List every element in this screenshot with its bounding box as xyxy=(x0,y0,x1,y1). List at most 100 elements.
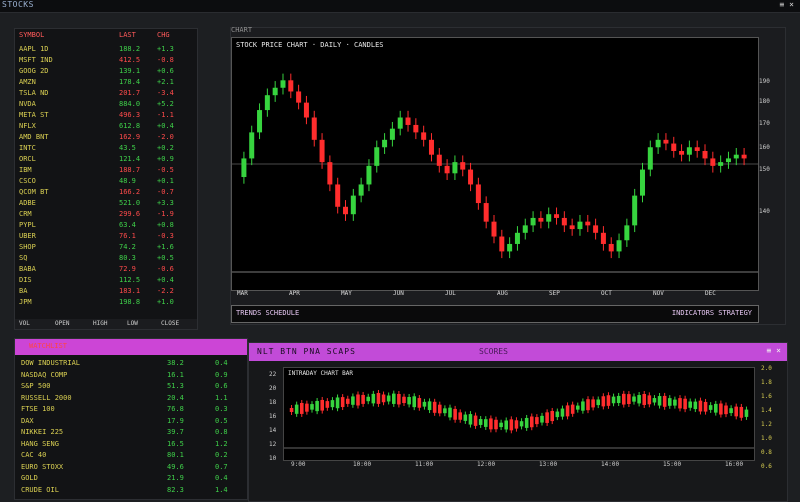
candle-body xyxy=(585,221,591,226)
window-title: STOCKS xyxy=(2,0,34,9)
mini-candle-body xyxy=(632,396,636,402)
mini-y-right-label: 0.8 xyxy=(761,449,772,456)
candle-body xyxy=(624,225,630,241)
list-item[interactable]: EURO STOXX 49.6 0.7 xyxy=(15,463,247,474)
table-row[interactable]: BA 183.1 -2.2 xyxy=(15,287,197,298)
table-row[interactable]: QCOM BT 166.2 -0.7 xyxy=(15,188,197,199)
table-row[interactable]: CSCO 48.9 +0.1 xyxy=(15,177,197,188)
x-tick-label: MAR xyxy=(237,290,248,297)
header-symbol[interactable]: SYMBOL xyxy=(19,31,44,39)
mini-y-right-label: 1.0 xyxy=(761,435,772,442)
table-row[interactable]: UBER 76.1 -0.3 xyxy=(15,232,197,243)
table-row[interactable]: AAPL 1D 188.2 +1.3 xyxy=(15,45,197,56)
mini-candle-body xyxy=(647,395,652,405)
table-row[interactable]: TSLA ND 201.7 -3.4 xyxy=(15,89,197,100)
bottom-chart-controls[interactable]: ≡ × xyxy=(767,346,781,355)
row-last: 884.0 xyxy=(119,100,141,108)
table-row[interactable]: INTC 43.5 +0.2 xyxy=(15,144,197,155)
table-row[interactable]: AMD BNT 162.9 -2.0 xyxy=(15,133,197,144)
table-row[interactable]: MSFT IND 412.5 -0.8 xyxy=(15,56,197,67)
mini-x-tick-label: 13:00 xyxy=(539,461,558,468)
row-last: 80.3 xyxy=(119,254,136,262)
mini-candle-body xyxy=(560,408,565,417)
list-item[interactable]: NASDAQ COMP 16.1 0.9 xyxy=(15,371,247,382)
mini-candle-body xyxy=(565,405,570,417)
list-item-name: S&P 500 xyxy=(21,382,51,390)
table-row[interactable]: GOOG 2D 139.1 +0.6 xyxy=(15,67,197,78)
list-item[interactable]: CAC 40 80.1 0.2 xyxy=(15,451,247,462)
table-row[interactable]: IBM 188.7 -0.5 xyxy=(15,166,197,177)
mini-candle-body xyxy=(642,393,647,405)
list-item[interactable]: CRUDE OIL 82.3 1.4 xyxy=(15,486,247,497)
table-row[interactable]: NFLX 612.8 +0.4 xyxy=(15,122,197,133)
row-last: 188.2 xyxy=(119,45,141,53)
table-row[interactable]: JPM 198.8 +1.0 xyxy=(15,298,197,309)
list-item-value: 16.1 xyxy=(167,370,184,379)
row-symbol: NFLX xyxy=(19,122,36,130)
row-last: 412.5 xyxy=(119,56,141,64)
bottom-chart-title: INTRADAY CHART BAR xyxy=(288,370,354,377)
mini-candle-body xyxy=(432,401,437,413)
row-change: -0.5 xyxy=(157,166,174,174)
list-item[interactable]: FTSE 100 76.8 0.3 xyxy=(15,405,247,416)
list-item[interactable]: DOW INDUSTRIAL 38.2 0.4 xyxy=(15,359,247,370)
row-change: -3.4 xyxy=(157,89,174,97)
list-item[interactable]: RUSSELL 2000 20.4 1.1 xyxy=(15,394,247,405)
candle-body xyxy=(538,217,544,222)
bottom-chart-subtitle: SCORES xyxy=(479,347,508,356)
list-item[interactable]: HANG SENG 16.5 1.2 xyxy=(15,440,247,451)
row-change: -0.6 xyxy=(157,265,174,273)
table-row[interactable]: BABA 72.9 -0.6 xyxy=(15,265,197,276)
table-row[interactable]: META ST 496.3 -1.1 xyxy=(15,111,197,122)
candle-body xyxy=(288,80,294,92)
candle-body xyxy=(663,139,669,144)
table-row[interactable]: AMZN 178.4 +2.1 xyxy=(15,78,197,89)
candle-body xyxy=(507,243,513,252)
x-tick-label: APR xyxy=(289,290,300,297)
table-row[interactable]: SHOP 74.2 +1.6 xyxy=(15,243,197,254)
header-last[interactable]: LAST xyxy=(119,31,136,39)
table-row[interactable]: ORCL 121.4 +0.9 xyxy=(15,155,197,166)
mini-candle-body xyxy=(397,393,401,405)
mini-x-tick-label: 16:00 xyxy=(725,461,744,468)
mini-candle-body xyxy=(688,401,693,408)
table-row[interactable]: CRM 299.6 -1.9 xyxy=(15,210,197,221)
header-change[interactable]: CHG xyxy=(157,31,170,39)
list-item[interactable]: GOLD 21.9 0.4 xyxy=(15,474,247,485)
table-row[interactable]: ADBE 521.0 +3.3 xyxy=(15,199,197,210)
row-change: -1.9 xyxy=(157,210,174,218)
mini-candle-body xyxy=(673,399,677,406)
list-item[interactable]: NIKKEI 225 39.7 0.8 xyxy=(15,428,247,439)
window-controls[interactable]: ≡ × xyxy=(780,0,794,9)
table-row[interactable]: SQ 80.3 +0.5 xyxy=(15,254,197,265)
indicator-strip[interactable]: TRENDS SCHEDULE INDICATORS STRATEGY xyxy=(231,305,759,323)
table-row[interactable]: DIS 112.5 +0.4 xyxy=(15,276,197,287)
mini-x-tick-label: 14:00 xyxy=(601,461,620,468)
mini-x-tick-label: 9:00 xyxy=(291,461,306,468)
list-item-value: 38.2 xyxy=(167,359,184,367)
title-bar: STOCKS ≡ × xyxy=(0,0,800,13)
table-row[interactable]: PYPL 63.4 +0.8 xyxy=(15,221,197,232)
bottom-chart-plot[interactable]: INTRADAY CHART BAR xyxy=(283,367,755,461)
row-change: +0.6 xyxy=(157,67,174,75)
table-row[interactable]: NVDA 884.0 +5.2 xyxy=(15,100,197,111)
bottom-list-title: WATCHLIST xyxy=(29,342,67,350)
candle-body xyxy=(522,225,528,233)
watchlist-header: SYMBOL LAST CHG xyxy=(15,29,197,43)
mini-candle-body xyxy=(468,414,473,425)
mini-candle-body xyxy=(494,419,498,430)
list-item[interactable]: S&P 500 51.3 0.6 xyxy=(15,382,247,393)
row-symbol: AAPL 1D xyxy=(19,45,49,53)
x-tick-label: JUN xyxy=(393,290,404,297)
x-tick-label: OCT xyxy=(601,290,612,297)
mini-x-tick-label: 12:00 xyxy=(477,461,496,468)
row-last: 299.6 xyxy=(119,210,141,218)
list-item-name: CRUDE OIL xyxy=(21,485,59,494)
bottom-chart-tabs[interactable]: NLT BTN PNA SCAPS xyxy=(257,347,356,356)
candle-body xyxy=(397,117,403,129)
row-change: +2.1 xyxy=(157,78,174,86)
candle-body xyxy=(319,139,325,163)
main-chart-plot[interactable]: STOCK PRICE CHART · DAILY · CANDLES xyxy=(231,37,759,291)
row-change: +0.4 xyxy=(157,276,174,284)
list-item[interactable]: DAX 17.9 0.5 xyxy=(15,417,247,428)
